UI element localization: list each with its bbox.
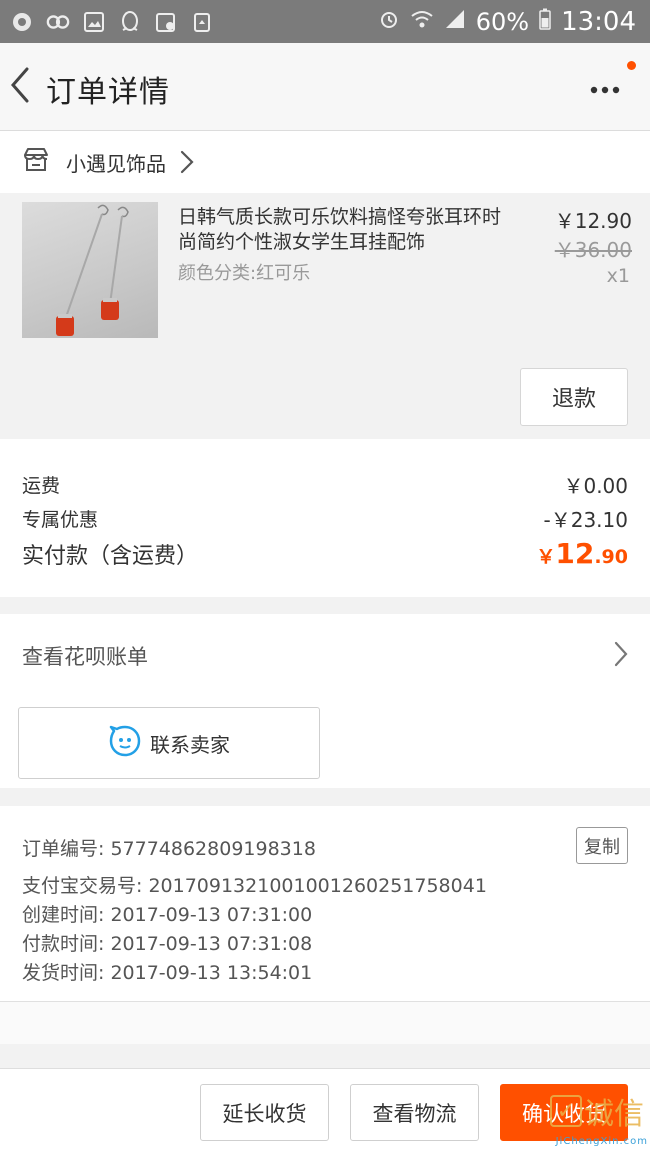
extend-receipt-button[interactable]: 延长收货 [200, 1084, 329, 1141]
shipping-label: 运费 [22, 475, 61, 497]
product-sku: 颜色分类:红可乐 [178, 263, 311, 284]
chat-bubble-icon [108, 724, 142, 762]
system-status: 60% 13:04 [378, 7, 636, 37]
app-notification-icon [10, 10, 34, 34]
bottom-action-bar: 延长收货 查看物流 确认收货 ✓ 诚信 JiChengXin.com [0, 1068, 650, 1155]
page-title: 订单详情 [46, 75, 170, 110]
total-label: 实付款（含运费） [22, 543, 199, 569]
alarm-icon [378, 8, 400, 36]
huabei-section: 查看花呗账单 联系卖家 [0, 614, 650, 788]
watermark-badge-icon: ✓ [550, 1095, 582, 1127]
qq-icon [118, 10, 142, 34]
calendar-icon [154, 10, 178, 34]
back-button[interactable] [6, 65, 34, 109]
chevron-left-icon [10, 66, 30, 108]
watermark-logo: ✓ 诚信 [550, 1089, 644, 1133]
more-button[interactable] [586, 71, 624, 105]
recycle-icon [190, 10, 214, 34]
spacer [0, 1002, 650, 1044]
discount-value: -￥23.10 [543, 508, 628, 532]
total-currency: ￥ [536, 546, 556, 568]
signal-icon [444, 8, 466, 36]
product-original-price: ￥36.00 [554, 238, 632, 262]
copy-button[interactable]: 复制 [576, 827, 628, 864]
total-value: ￥12.90 [536, 537, 628, 570]
chevron-right-icon [180, 150, 194, 174]
status-bar: 60% 13:04 [0, 0, 650, 43]
more-icon [590, 79, 620, 98]
clock: 13:04 [561, 6, 636, 37]
image-icon [82, 10, 106, 34]
contact-seller-button[interactable]: 联系卖家 [18, 707, 320, 779]
product-title[interactable]: 日韩气质长款可乐饮料搞怪夸张耳环时尚简约个性淑女学生耳挂配饰 [178, 205, 508, 255]
watermark-logo-text: 诚信 [584, 1097, 644, 1132]
store-icon [22, 147, 50, 177]
product-image[interactable] [22, 202, 158, 338]
total-integer: 12 [555, 537, 595, 570]
price-summary: 运费 ￥0.00 专属优惠 -￥23.10 实付款（含运费） ￥12.90 [0, 439, 650, 597]
view-logistics-button[interactable]: 查看物流 [350, 1084, 479, 1141]
total-decimal: .90 [594, 546, 628, 568]
discount-label: 专属优惠 [22, 509, 99, 531]
notification-dot [627, 61, 636, 70]
alipay-trade-number: 支付宝交易号: 2017091321001001260251758041 [22, 875, 487, 897]
total-row: 实付款（含运费） ￥12.90 [22, 537, 628, 570]
shipping-value: ￥0.00 [563, 474, 628, 498]
refund-button[interactable]: 退款 [520, 368, 628, 426]
navigation-header: 订单详情 [0, 43, 650, 131]
contact-seller-label: 联系卖家 [150, 732, 230, 757]
order-number: 订单编号: 57774862809198318 [22, 838, 316, 860]
paid-time: 付款时间: 2017-09-13 07:31:08 [22, 933, 313, 955]
discount-row: 专属优惠 -￥23.10 [22, 504, 628, 533]
product-quantity: x1 [606, 265, 630, 287]
wifi-icon [410, 8, 434, 36]
order-item: 日韩气质长款可乐饮料搞怪夸张耳环时尚简约个性淑女学生耳挂配饰 颜色分类:红可乐 … [0, 193, 650, 439]
shop-name: 小遇见饰品 [66, 151, 166, 176]
watermark-url: JiChengXin.com [555, 1136, 648, 1147]
battery-icon [539, 8, 551, 36]
notification-icons [10, 10, 214, 34]
shipped-time: 发货时间: 2017-09-13 13:54:01 [22, 962, 313, 984]
chevron-right-icon [614, 641, 628, 671]
shipping-row: 运费 ￥0.00 [22, 470, 628, 499]
huabei-bill-row[interactable]: 查看花呗账单 [22, 636, 628, 676]
battery-percent: 60% [475, 7, 530, 36]
shop-row[interactable]: 小遇见饰品 [0, 131, 650, 193]
huabei-label: 查看花呗账单 [22, 645, 148, 669]
created-time: 创建时间: 2017-09-13 07:31:00 [22, 904, 313, 926]
order-info: 订单编号: 57774862809198318 复制 支付宝交易号: 20170… [0, 806, 650, 1002]
link-icon [46, 10, 70, 34]
product-price: ￥12.90 [554, 209, 632, 233]
